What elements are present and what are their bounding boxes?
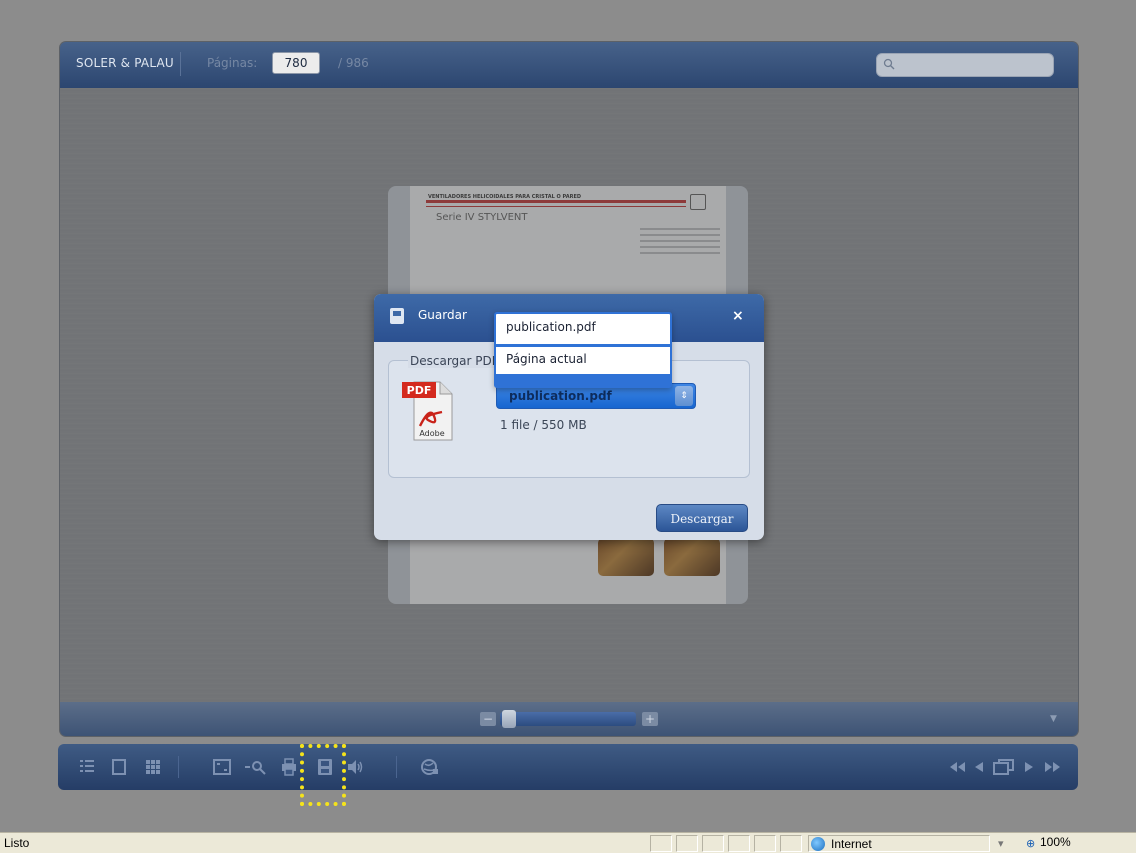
fullscreen-icon[interactable]: [212, 758, 232, 776]
document-photo: [664, 538, 720, 576]
sound-icon[interactable]: [346, 758, 364, 776]
status-pane: [650, 835, 672, 852]
document-header-stripe: [426, 200, 686, 203]
page-view-icon[interactable]: [992, 758, 1016, 776]
total-pages: / 986: [338, 56, 369, 70]
zoom-slider-thumb[interactable]: [502, 710, 516, 728]
zoom-level[interactable]: 100%: [1040, 835, 1071, 849]
bottom-toolbar: [58, 744, 1078, 790]
document-text-line: [640, 228, 720, 230]
zoom-out-icon[interactable]: [244, 758, 268, 776]
pdf-file-icon: PDF Adobe: [402, 381, 453, 441]
brand-name: SOLER & PALAU: [76, 56, 174, 70]
status-pane: [728, 835, 750, 852]
first-page-icon[interactable]: [948, 758, 968, 776]
document-heading: VENTILADORES HELICOIDALES PARA CRISTAL O…: [428, 194, 582, 200]
brand-separator: [180, 52, 181, 76]
status-pane: [780, 835, 802, 852]
document-text-line: [640, 234, 720, 236]
pdf-icon-brand: Adobe: [419, 429, 444, 438]
search-input[interactable]: [876, 53, 1054, 77]
previous-page-icon[interactable]: [972, 758, 986, 776]
zoom-minus-button[interactable]: −: [480, 712, 496, 726]
zoom-plus-button[interactable]: +: [642, 712, 658, 726]
dialog-title: Guardar: [418, 308, 467, 322]
status-text: Listo: [4, 836, 30, 850]
protected-mode-icon[interactable]: ▾: [998, 837, 1004, 850]
zone-label: Internet: [831, 837, 872, 851]
single-page-icon[interactable]: [110, 758, 128, 776]
save-icon: [390, 308, 404, 324]
status-pane: [676, 835, 698, 852]
dropdown-divider: [496, 344, 670, 347]
pages-label: Páginas:: [207, 56, 258, 70]
document-header-rule: [426, 206, 686, 207]
file-info: 1 file / 550 MB: [500, 418, 587, 432]
chevron-down-icon[interactable]: ▼: [1050, 714, 1057, 724]
document-text-line: [640, 246, 720, 248]
dropdown-option-current-page[interactable]: Página actual: [506, 352, 587, 366]
selected-file: publication.pdf: [509, 389, 612, 403]
zoom-bar: − + ▼: [60, 702, 1078, 736]
browser-status-bar: Listo Internet ▾ ⊕ 100%: [0, 832, 1136, 853]
close-button[interactable]: ×: [732, 308, 744, 324]
next-page-icon[interactable]: [1022, 758, 1036, 776]
zoom-icon: ⊕: [1026, 837, 1036, 850]
thumbnails-icon[interactable]: [144, 758, 162, 776]
toolbar-separator: [396, 756, 397, 778]
globe-icon: [811, 837, 825, 851]
toolbar-separator: [178, 756, 179, 778]
security-zone[interactable]: Internet: [808, 835, 990, 852]
print-icon[interactable]: [280, 758, 298, 776]
dropdown-option-publication[interactable]: publication.pdf: [506, 320, 596, 334]
document-text-line: [640, 252, 720, 254]
document-text-line: [640, 240, 720, 242]
search-icon: [883, 58, 895, 70]
dropdown-selection-highlight: [496, 374, 670, 386]
viewer-top-bar: SOLER & PALAU Páginas: / 986: [60, 42, 1078, 88]
document-photo: [598, 538, 654, 576]
last-page-icon[interactable]: [1042, 758, 1062, 776]
chevron-updown-icon: ⇕: [675, 386, 693, 406]
document-logo: [690, 194, 706, 210]
page-number-input[interactable]: [272, 52, 320, 74]
status-pane: [754, 835, 776, 852]
share-icon[interactable]: [420, 758, 440, 776]
download-button[interactable]: Descargar: [656, 504, 748, 532]
section-legend: Descargar PDF: [408, 354, 501, 368]
document-series: Serie IV STYLVENT: [436, 212, 528, 223]
save-button-highlight: [300, 744, 346, 806]
table-of-contents-icon[interactable]: [78, 758, 96, 776]
zoom-slider-track[interactable]: [500, 712, 636, 726]
file-select-dropdown: publication.pdf Página actual: [494, 312, 672, 388]
pdf-icon-label: PDF: [407, 384, 432, 397]
status-pane: [702, 835, 724, 852]
